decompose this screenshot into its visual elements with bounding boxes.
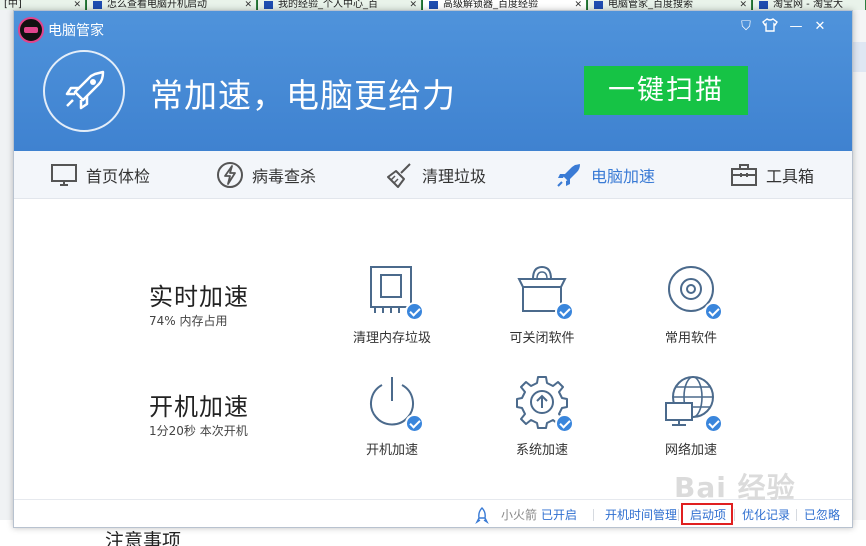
rocket-badge bbox=[43, 50, 125, 132]
close-icon[interactable]: ✕ bbox=[409, 0, 417, 10]
feature-label: 可关闭软件 bbox=[509, 331, 575, 346]
close-icon[interactable]: ✕ bbox=[244, 0, 252, 10]
tab-virus-scan[interactable]: 病毒查杀 bbox=[216, 151, 316, 199]
favicon-icon bbox=[264, 1, 273, 9]
feature-closable-software[interactable]: 可关闭软件 bbox=[492, 261, 592, 346]
feature-label: 开机加速 bbox=[365, 443, 418, 458]
tab-pc-speedup[interactable]: 电脑加速 bbox=[555, 151, 655, 199]
boot-time-text: 1分20秒 本次开机 bbox=[149, 424, 248, 438]
broom-icon bbox=[387, 163, 411, 188]
small-rocket-icon bbox=[475, 500, 489, 527]
watermark: Bai 经验 bbox=[674, 471, 796, 504]
browser-tab-label: 电脑管家_百度搜索 bbox=[608, 0, 693, 10]
monitor-icon bbox=[51, 164, 77, 186]
close-icon[interactable]: ✕ bbox=[73, 0, 81, 10]
browser-tab-strip: [中] ✕ 怎么查看电脑开机启动 ✕ 我的经验_个人中心_百 ✕ 高级解锁器_百度经验… bbox=[0, 0, 866, 10]
app-logo bbox=[18, 17, 44, 43]
browser-tab[interactable]: 电脑管家_百度搜索 ✕ bbox=[588, 0, 752, 10]
divider bbox=[678, 509, 679, 521]
page-heading: 注意事项 bbox=[105, 530, 182, 546]
browser-tab-label: 我的经验_个人中心_百 bbox=[278, 0, 378, 10]
headline: 常加速，电脑更给力 bbox=[150, 76, 456, 115]
lightning-icon bbox=[217, 162, 243, 188]
close-icon[interactable]: ✕ bbox=[810, 17, 830, 37]
feature-label: 清理内存垃圾 bbox=[352, 331, 431, 346]
favicon-icon bbox=[594, 1, 603, 9]
divider bbox=[734, 509, 735, 521]
feature-common-software[interactable]: 常用软件 bbox=[641, 261, 741, 346]
favicon-icon bbox=[429, 1, 438, 9]
check-badge-icon bbox=[555, 302, 574, 321]
feature-label: 网络加速 bbox=[664, 443, 717, 458]
feature-system-speedup[interactable]: 系统加速 bbox=[492, 373, 592, 458]
section-title-realtime: 实时加速 bbox=[149, 283, 249, 311]
feature-network-speedup[interactable]: 网络加速 bbox=[641, 373, 741, 458]
annotation-highlight-box bbox=[681, 503, 733, 525]
shirt-icon[interactable] bbox=[760, 17, 780, 37]
tab-label: 清理垃圾 bbox=[422, 167, 487, 186]
browser-tab[interactable]: 我的经验_个人中心_百 ✕ bbox=[258, 0, 422, 10]
browser-tab-label: [中] bbox=[4, 0, 22, 10]
divider bbox=[796, 509, 797, 521]
small-rocket-label: 小火箭 bbox=[501, 508, 538, 522]
feature-label: 系统加速 bbox=[515, 443, 568, 458]
rocket-icon bbox=[65, 70, 105, 110]
shield-icon[interactable]: ⛉ bbox=[736, 17, 756, 37]
small-rocket-status-link[interactable]: 已开启 bbox=[541, 500, 577, 527]
check-badge-icon bbox=[405, 302, 424, 321]
browser-tab[interactable]: 淘宝网 - 淘宝大 bbox=[753, 0, 866, 10]
check-badge-icon bbox=[704, 302, 723, 321]
minimize-icon[interactable]: — bbox=[786, 17, 806, 37]
browser-tab[interactable]: [中] ✕ bbox=[0, 0, 86, 10]
feature-clean-memory[interactable]: 清理内存垃圾 bbox=[342, 261, 442, 346]
rocket-icon bbox=[557, 164, 580, 187]
toolbox-icon bbox=[731, 164, 757, 186]
browser-tab-label: 高级解锁器_百度经验 bbox=[443, 0, 538, 10]
app-header: 电脑管家 ⛉ — ✕ 常加速，电脑更给力 一键扫描 bbox=[14, 11, 852, 151]
close-icon[interactable]: ✕ bbox=[574, 0, 582, 10]
browser-tab-label: 淘宝网 - 淘宝大 bbox=[773, 0, 843, 10]
check-badge-icon bbox=[555, 414, 574, 433]
favicon-icon bbox=[759, 1, 768, 9]
pc-manager-window: 电脑管家 ⛉ — ✕ 常加速，电脑更给力 一键扫描 首页体检 病毒查杀 清理垃圾… bbox=[13, 10, 853, 528]
feature-label: 常用软件 bbox=[664, 331, 717, 346]
one-click-scan-button[interactable]: 一键扫描 bbox=[584, 66, 748, 115]
tab-clean-junk[interactable]: 清理垃圾 bbox=[386, 151, 486, 199]
title-bar: 电脑管家 ⛉ — ✕ bbox=[14, 11, 852, 45]
browser-page-left-edge bbox=[0, 10, 13, 546]
divider bbox=[593, 509, 594, 521]
tab-label: 电脑加速 bbox=[591, 167, 656, 186]
section-title-boot: 开机加速 bbox=[149, 393, 249, 421]
tab-label: 病毒查杀 bbox=[252, 167, 317, 186]
favicon-icon bbox=[93, 1, 102, 9]
tab-toolbox[interactable]: 工具箱 bbox=[730, 151, 814, 199]
browser-tab-active[interactable]: 高级解锁器_百度经验 ✕ bbox=[423, 0, 587, 10]
browser-tab-label: 怎么查看电脑开机启动 bbox=[107, 0, 207, 10]
boot-time-manage-link[interactable]: 开机时间管理 bbox=[605, 500, 677, 527]
tab-label: 首页体检 bbox=[86, 167, 151, 186]
check-badge-icon bbox=[704, 414, 723, 433]
main-nav: 首页体检 病毒查杀 清理垃圾 电脑加速 工具箱 bbox=[14, 151, 852, 199]
close-icon[interactable]: ✕ bbox=[739, 0, 747, 10]
ignored-link[interactable]: 已忽略 bbox=[804, 500, 840, 527]
feature-boot-speedup[interactable]: 开机加速 bbox=[342, 373, 442, 458]
tab-label: 工具箱 bbox=[766, 167, 815, 186]
memory-usage-text: 74% 内存占用 bbox=[149, 314, 228, 328]
tab-home-checkup[interactable]: 首页体检 bbox=[50, 151, 150, 199]
app-title: 电脑管家 bbox=[48, 23, 104, 39]
check-badge-icon bbox=[405, 414, 424, 433]
browser-tab[interactable]: 怎么查看电脑开机启动 ✕ bbox=[87, 0, 257, 10]
